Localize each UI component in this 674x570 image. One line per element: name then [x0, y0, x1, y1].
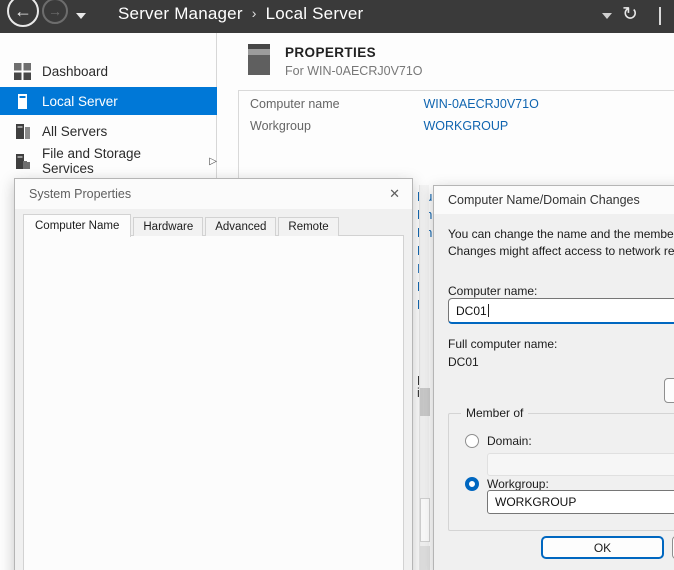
computer-name-link[interactable]: WIN-0AECRJ0V71O — [423, 97, 538, 111]
nav-dropdown-icon[interactable] — [76, 13, 86, 19]
breadcrumb-separator-icon: › — [243, 5, 266, 21]
properties-heading: PROPERTIES — [285, 45, 376, 60]
server-icon — [248, 44, 270, 75]
computer-name-input[interactable]: DC01 — [448, 298, 674, 324]
tab-strip: Computer Name Hardware Advanced Remote — [23, 213, 341, 236]
sidebar-item-local-server[interactable]: Local Server — [0, 87, 217, 115]
sidebar-item-label: Local Server — [42, 94, 118, 109]
tab-computer-name[interactable]: Computer Name — [23, 214, 131, 237]
server-manager-window: ← → Server Manager›Local Server ↻ Dashbo… — [0, 0, 674, 570]
dialog-titlebar[interactable]: Computer Name/Domain Changes — [434, 186, 674, 214]
properties-subheading: For WIN-0AECRJ0V71O — [285, 64, 423, 78]
forward-button[interactable]: → — [42, 0, 68, 24]
back-button[interactable]: ← — [7, 0, 39, 27]
page-title[interactable]: Local Server — [266, 4, 364, 23]
workgroup-radio[interactable] — [465, 477, 479, 491]
tab-remote[interactable]: Remote — [278, 217, 338, 236]
full-computer-name-label: Full computer name: — [448, 336, 557, 353]
more-button[interactable]: More... — [664, 378, 674, 403]
expand-chevron-icon[interactable]: ▷ — [209, 156, 217, 167]
domain-input[interactable] — [487, 453, 674, 476]
titlebar: ← → Server Manager›Local Server ↻ — [0, 0, 674, 33]
all-servers-icon — [14, 123, 31, 140]
tab-hardware[interactable]: Hardware — [133, 217, 203, 236]
ok-button[interactable]: OK — [541, 536, 664, 559]
tab-advanced[interactable]: Advanced — [205, 217, 276, 236]
workgroup-radio-label[interactable]: Workgroup: — [487, 477, 549, 491]
dialog-title: System Properties — [29, 187, 131, 201]
computer-name-tab-panel — [23, 235, 404, 570]
close-icon[interactable]: ✕ — [389, 186, 400, 202]
file-storage-services-icon — [14, 153, 31, 170]
workgroup-link[interactable]: WORKGROUP — [423, 119, 508, 133]
member-of-groupbox: Member of Domain: Workgroup: WORKGROUP — [448, 413, 674, 531]
dialog-title: Computer Name/Domain Changes — [448, 193, 640, 207]
app-title: Server Manager — [118, 4, 243, 23]
scrollbar-thumb[interactable] — [420, 388, 430, 416]
dialog-titlebar[interactable]: System Properties ✕ — [15, 179, 412, 209]
scrollbar[interactable] — [419, 185, 429, 570]
workgroup-input[interactable]: WORKGROUP — [487, 490, 674, 514]
domain-radio-label[interactable]: Domain: — [487, 434, 532, 448]
property-row: Computer name WIN-0AECRJ0V71O — [250, 97, 539, 111]
property-label: Workgroup — [250, 119, 420, 133]
scrollbar-segment — [420, 546, 430, 570]
computer-name-domain-changes-dialog: Computer Name/Domain Changes You can cha… — [433, 185, 674, 570]
back-arrow-icon: ← — [14, 1, 32, 22]
full-computer-name-value: DC01 — [448, 354, 479, 371]
property-row: Workgroup WORKGROUP — [250, 119, 508, 133]
forward-arrow-icon: → — [48, 3, 62, 19]
computer-name-value: DC01 — [456, 304, 487, 318]
sidebar-item-all-servers[interactable]: All Servers — [0, 117, 217, 145]
domain-radio[interactable] — [465, 434, 479, 448]
sidebar-item-label: File and Storage Services — [42, 146, 184, 176]
property-label: Computer name — [250, 97, 420, 111]
sidebar-item-label: All Servers — [42, 124, 107, 139]
notifications-dropdown-icon[interactable] — [602, 13, 612, 19]
workgroup-value: WORKGROUP — [495, 495, 576, 509]
dialog-description: You can change the name and the membersh… — [448, 226, 674, 260]
sidebar-item-dashboard[interactable]: Dashboard — [0, 57, 217, 85]
breadcrumb: Server Manager›Local Server — [118, 4, 363, 24]
sidebar-item-file-storage-services[interactable]: File and Storage Services ▷ — [0, 147, 217, 175]
refresh-icon[interactable]: ↻ — [622, 3, 638, 26]
system-properties-dialog: System Properties ✕ Computer Name Hardwa… — [14, 178, 413, 570]
flag-icon[interactable] — [659, 7, 661, 25]
member-of-legend: Member of — [461, 406, 528, 420]
text-cursor — [488, 304, 489, 317]
local-server-icon — [14, 93, 31, 110]
sidebar-item-label: Dashboard — [42, 64, 108, 79]
dashboard-icon — [14, 63, 31, 80]
scrollbar-segment — [420, 498, 430, 542]
